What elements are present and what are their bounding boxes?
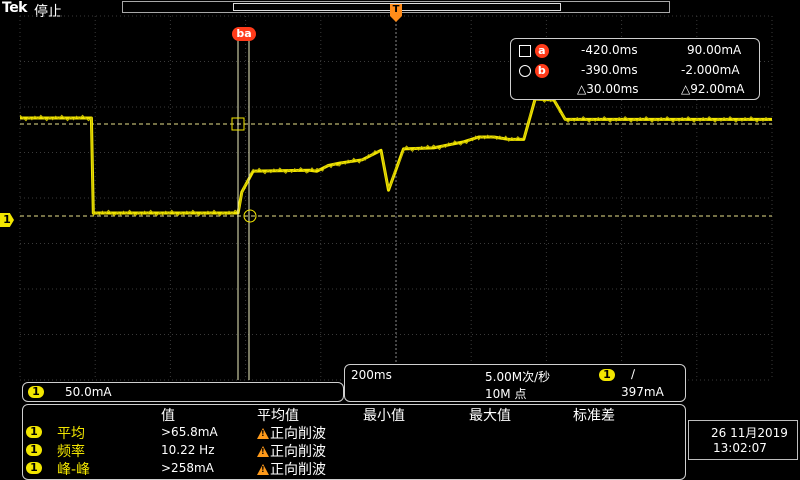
measurement-mean: 正向削波: [257, 423, 326, 443]
measurement-channel-badge: 1: [26, 444, 42, 456]
date-time-panel: 26 11月2019 13:02:07: [688, 420, 798, 460]
trigger-slope-icon: ∕: [631, 367, 636, 381]
channel-1-badge: 1: [28, 386, 44, 398]
warning-icon: [257, 446, 269, 457]
cursor-ba-label: ba: [232, 27, 256, 41]
sample-rate: 5.00M次/秒: [485, 370, 551, 384]
measurement-name: 峰-峰: [57, 462, 91, 478]
cursor-label[interactable]: ba: [232, 22, 256, 41]
measurement-panel[interactable]: 值 平均值 最小值 最大值 标准差 1 平均 >65.8mA 正向削波 1 频率…: [22, 404, 686, 480]
channel-1-scale: 50.0mA: [65, 385, 112, 399]
measurement-mean: 正向削波: [257, 441, 326, 461]
col-mean: 平均值: [257, 408, 299, 424]
cursor-a-badge: a: [534, 44, 549, 58]
channel-1-ground-marker[interactable]: 1: [0, 208, 14, 227]
oscilloscope-screen: Tek 停止 ba T 1 a -420.0ms 90.00mA b -390.…: [0, 0, 800, 480]
trigger-position-marker[interactable]: T: [390, 4, 402, 22]
measurement-channel-badge: 1: [26, 426, 42, 438]
measurement-value: >65.8mA: [161, 425, 218, 439]
date: 26 11月2019: [711, 426, 788, 440]
measurement-value: >258mA: [161, 461, 214, 475]
timebase-panel[interactable]: 200ms 5.00M次/秒 10M 点 1 ∕ 397mA: [344, 364, 686, 402]
trigger-level: 397mA: [621, 385, 664, 399]
cursor-readout-panel: a -420.0ms 90.00mA b -390.0ms -2.000mA △…: [510, 38, 760, 100]
warning-icon: [257, 428, 269, 439]
measurement-mean: 正向削波: [257, 459, 326, 479]
cursor-b-value: -2.000mA: [681, 63, 740, 77]
trigger-t-icon: T: [390, 4, 402, 16]
cursor-b-badge: b: [534, 64, 549, 78]
cursor-delta-value: △92.00mA: [681, 82, 745, 96]
warning-icon: [257, 464, 269, 475]
cursor-delta-time: △30.00ms: [577, 82, 639, 96]
trigger-channel-badge: 1: [599, 369, 615, 381]
time-per-div: 200ms: [351, 368, 392, 382]
measurement-name: 频率: [57, 444, 85, 460]
col-value: 值: [161, 408, 175, 424]
col-stddev: 标准差: [573, 408, 615, 424]
cursor-b-row: b: [519, 63, 549, 78]
cursor-a-row: a: [519, 43, 549, 58]
time: 13:02:07: [713, 441, 767, 455]
cursor-b-time: -390.0ms: [581, 63, 638, 77]
measurement-channel-badge: 1: [26, 462, 42, 474]
channel-1-ground-icon: 1: [0, 213, 14, 227]
cursor-a-value: 90.00mA: [687, 43, 742, 57]
col-max: 最大值: [469, 408, 511, 424]
cursor-a-time: -420.0ms: [581, 43, 638, 57]
square-icon: [519, 44, 531, 57]
circle-icon: [519, 64, 531, 77]
measurement-value: 10.22 Hz: [161, 443, 215, 457]
col-min: 最小值: [363, 408, 405, 424]
measurement-name: 平均: [57, 426, 85, 442]
record-length: 10M 点: [485, 387, 527, 401]
channel-1-scale-panel[interactable]: 1 50.0mA: [22, 382, 344, 402]
